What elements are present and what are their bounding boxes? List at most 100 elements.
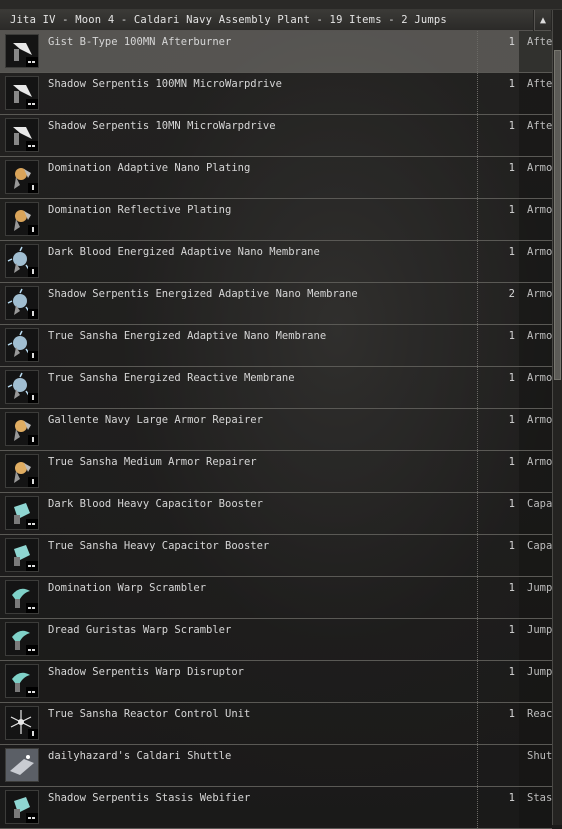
reactor-control-icon[interactable] (5, 706, 39, 740)
column-divider (477, 577, 478, 618)
window-title-strip (0, 0, 562, 10)
item-row[interactable]: Dark Blood Heavy Capacitor Booster 1 Capa (0, 493, 552, 535)
item-quantity: 1 (508, 708, 515, 720)
item-row[interactable]: Shadow Serpentis 100MN MicroWarpdrive 1 Af… (0, 73, 552, 115)
item-name: Shadow Serpentis 100MN MicroWarpdrive (48, 78, 282, 90)
item-group: Reac (527, 708, 552, 720)
item-group: Armo (527, 246, 552, 258)
item-group: Jump (527, 624, 552, 636)
column-divider (477, 367, 478, 408)
item-row[interactable]: True Sansha Energized Adaptive Nano Memb… (0, 325, 552, 367)
item-row[interactable]: Shadow Serpentis Warp Disruptor 1 Jump (0, 661, 552, 703)
item-row[interactable]: Gallente Navy Large Armor Repairer 1 Armo (0, 409, 552, 451)
column-divider (477, 115, 478, 156)
collapse-button[interactable]: ▲ (534, 10, 551, 31)
item-quantity: 1 (508, 414, 515, 426)
item-name: Shadow Serpentis Stasis Webifier (48, 792, 251, 804)
scrollbar[interactable] (552, 10, 562, 825)
item-group: Armo (527, 162, 552, 174)
item-group: Armo (527, 372, 552, 384)
armor-plating-icon[interactable] (5, 160, 39, 194)
item-group: Shut (527, 750, 552, 762)
item-row[interactable]: Shadow Serpentis Stasis Webifier 1 Stas (0, 787, 552, 829)
column-divider (477, 787, 478, 828)
item-row[interactable]: Domination Warp Scrambler 1 Jump (0, 577, 552, 619)
column-divider (477, 493, 478, 534)
item-name: Shadow Serpentis 10MN MicroWarpdrive (48, 120, 276, 132)
station-group-header[interactable]: Jita IV - Moon 4 - Caldari Navy Assembly… (0, 10, 533, 31)
column-divider (477, 535, 478, 576)
afterburner-icon[interactable] (5, 34, 39, 68)
item-group: Armo (527, 414, 552, 426)
item-quantity: 1 (508, 246, 515, 258)
armor-repairer-icon[interactable] (5, 454, 39, 488)
item-row[interactable]: Dark Blood Energized Adaptive Nano Membr… (0, 241, 552, 283)
afterburner-icon[interactable] (5, 118, 39, 152)
column-divider (477, 283, 478, 324)
afterburner-icon[interactable] (5, 76, 39, 110)
column-divider (477, 409, 478, 450)
scrollbar-thumb[interactable] (554, 50, 561, 380)
stasis-webifier-icon[interactable] (5, 790, 39, 824)
item-quantity: 1 (508, 330, 515, 342)
item-name: Shadow Serpentis Energized Adaptive Nano… (48, 288, 358, 300)
capacitor-booster-icon[interactable] (5, 496, 39, 530)
energized-membrane-icon[interactable] (5, 370, 39, 404)
item-quantity: 1 (508, 78, 515, 90)
column-divider (477, 703, 478, 744)
item-name: Domination Reflective Plating (48, 204, 232, 216)
item-quantity: 1 (508, 540, 515, 552)
energized-membrane-icon[interactable] (5, 244, 39, 278)
capacitor-booster-icon[interactable] (5, 538, 39, 572)
item-group: Armo (527, 456, 552, 468)
item-group: Jump (527, 582, 552, 594)
energized-membrane-icon[interactable] (5, 328, 39, 362)
column-divider (477, 451, 478, 492)
column-divider (477, 661, 478, 702)
armor-repairer-icon[interactable] (5, 412, 39, 446)
item-row[interactable]: Gist B-Type 100MN Afterburner 1 After (0, 31, 552, 73)
warp-scrambler-icon[interactable] (5, 664, 39, 698)
shuttle-icon[interactable] (5, 748, 39, 782)
item-list: Gist B-Type 100MN Afterburner1AfterShado… (0, 31, 552, 829)
item-name: Domination Adaptive Nano Plating (48, 162, 251, 174)
item-name: True Sansha Energized Reactive Membrane (48, 372, 295, 384)
column-divider (477, 31, 478, 72)
item-row[interactable]: Domination Adaptive Nano Plating 1 Armo (0, 157, 552, 199)
item-quantity: 1 (508, 666, 515, 678)
column-divider (477, 73, 478, 114)
item-quantity: 1 (508, 120, 515, 132)
column-divider (477, 199, 478, 240)
energized-membrane-icon[interactable] (5, 286, 39, 320)
item-group: Armo (527, 288, 552, 300)
item-name: Shadow Serpentis Warp Disruptor (48, 666, 244, 678)
item-row[interactable]: Domination Reflective Plating 1 Armo (0, 199, 552, 241)
item-quantity: 1 (508, 372, 515, 384)
item-group: After (527, 36, 552, 48)
item-group: Stas (527, 792, 552, 804)
item-name: dailyhazard's Caldari Shuttle (48, 750, 232, 762)
item-name: True Sansha Energized Adaptive Nano Memb… (48, 330, 327, 342)
column-divider (477, 745, 478, 786)
item-row[interactable]: Shadow Serpentis Energized Adaptive Nano… (0, 283, 552, 325)
item-name: Dark Blood Heavy Capacitor Booster (48, 498, 263, 510)
warp-scrambler-icon[interactable] (5, 622, 39, 656)
item-row[interactable]: True Sansha Medium Armor Repairer 1 Armo (0, 451, 552, 493)
item-group: Armo (527, 204, 552, 216)
item-quantity: 1 (508, 36, 515, 48)
item-group: Capa (527, 498, 552, 510)
item-name: Dark Blood Energized Adaptive Nano Membr… (48, 246, 320, 258)
item-row[interactable]: Shadow Serpentis 10MN MicroWarpdrive 1 Aft… (0, 115, 552, 157)
item-row[interactable]: Dread Guristas Warp Scrambler 1 Jump (0, 619, 552, 661)
item-group: Armo (527, 330, 552, 342)
item-group: After (527, 78, 552, 90)
item-quantity: 1 (508, 162, 515, 174)
warp-scrambler-icon[interactable] (5, 580, 39, 614)
column-divider (477, 325, 478, 366)
armor-plating-icon[interactable] (5, 202, 39, 236)
item-row[interactable]: dailyhazard's Caldari Shuttle Shut (0, 745, 552, 787)
item-row[interactable]: True Sansha Energized Reactive Membrane 1… (0, 367, 552, 409)
item-row[interactable]: True Sansha Reactor Control Unit 1 Reac (0, 703, 552, 745)
column-divider (477, 241, 478, 282)
item-row[interactable]: True Sansha Heavy Capacitor Booster 1 Capa (0, 535, 552, 577)
